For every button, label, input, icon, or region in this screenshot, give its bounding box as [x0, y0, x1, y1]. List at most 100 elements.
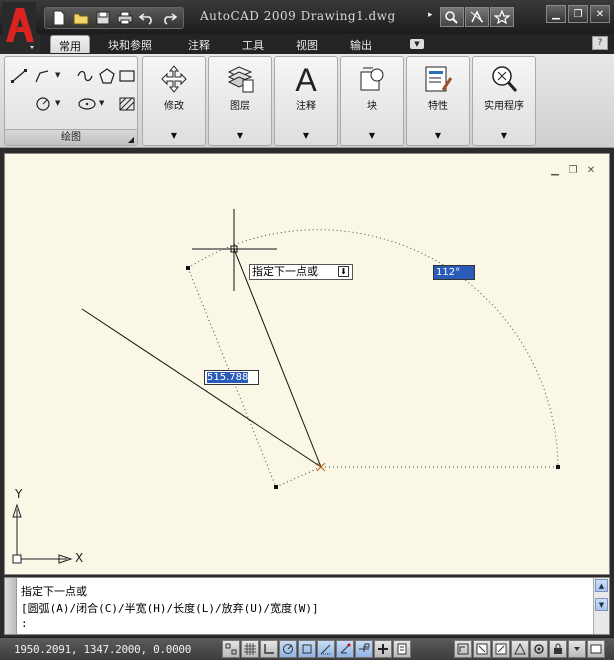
restore-icon[interactable]: ❐ [568, 5, 588, 23]
layout2-icon[interactable] [492, 640, 510, 658]
endpoint-marker [316, 462, 326, 472]
block-panel[interactable]: 块 ▼ [340, 56, 404, 146]
block-panel-label: 块 [367, 101, 377, 112]
circle-dropdown-icon[interactable]: ▼ [55, 99, 60, 107]
length-input-field[interactable]: 515.788 [204, 370, 259, 385]
tab-blocks-references[interactable]: 块和参照 [100, 35, 160, 53]
utilities-panel[interactable]: 实用程序 ▼ [472, 56, 536, 146]
quick-properties-icon[interactable] [393, 640, 411, 658]
snap-mode-icon[interactable] [222, 640, 240, 658]
tab-output[interactable]: 输出 [342, 35, 380, 53]
command-history-line-2: [圆弧(A)/闭合(C)/半宽(H)/长度(L)/放弃(U)/宽度(W)] [21, 602, 319, 615]
ellipse-dropdown-icon[interactable]: ▼ [99, 99, 104, 107]
dotted-arc [187, 229, 559, 468]
toolbar-lock-icon[interactable] [549, 640, 567, 658]
lineweight-icon[interactable] [374, 640, 392, 658]
command-line-window[interactable]: 指定下一点或 [圆弧(A)/闭合(C)/半宽(H)/长度(L)/放弃(U)/宽度… [4, 577, 610, 635]
ellipse-tool-icon[interactable] [77, 95, 97, 113]
ucs-origin-box [12, 554, 22, 564]
modify-panel[interactable]: 修改 ▼ [142, 56, 206, 146]
ortho-mode-icon[interactable] [260, 640, 278, 658]
model-space-icon[interactable] [454, 640, 472, 658]
print-icon[interactable] [115, 9, 135, 27]
polyline-dropdown-icon[interactable]: ▼ [55, 71, 60, 79]
grip-point [274, 485, 278, 489]
angle-input-field[interactable]: 112° [433, 265, 475, 280]
move-arrows-icon [158, 63, 190, 95]
scroll-up-icon[interactable]: ▲ [595, 579, 608, 592]
command-history-line-1: 指定下一点或 [21, 585, 87, 598]
grid-display-icon[interactable] [241, 640, 259, 658]
draw-panel: ▼ ▼ ▼ 绘图 ◢ [4, 56, 138, 146]
layers-panel[interactable]: 图层 ▼ [208, 56, 272, 146]
close-icon[interactable]: ✕ [590, 5, 610, 23]
title-expand-icon[interactable]: ▸ [428, 10, 433, 20]
minimize-icon[interactable]: ▁ [546, 5, 566, 23]
title-bar: AutoCAD 2009 Drawing1.dwg ▸ ▁ ❐ ✕ [0, 0, 614, 50]
new-file-icon[interactable] [49, 9, 69, 27]
workspace-switch-icon[interactable] [530, 640, 548, 658]
clean-screen-icon[interactable] [587, 640, 605, 658]
cursor-coordinates: 1950.2091, 1347.2000, 0.0000 [14, 643, 192, 656]
scroll-down-icon[interactable]: ▼ [595, 598, 608, 611]
circle-tool-icon[interactable] [33, 95, 53, 113]
window-title: AutoCAD 2009 Drawing1.dwg [200, 9, 396, 23]
layout1-icon[interactable] [473, 640, 491, 658]
polygon-tool-icon[interactable] [97, 67, 117, 85]
status-menu-icon[interactable] [568, 640, 586, 658]
ucs-x-label: X [75, 551, 84, 565]
status-bar: 1950.2091, 1347.2000, 0.0000 [0, 637, 614, 660]
undo-icon[interactable] [137, 9, 157, 27]
redo-icon[interactable] [159, 9, 179, 27]
line-tool-icon[interactable] [9, 67, 29, 85]
open-folder-icon[interactable] [71, 9, 91, 27]
search-icon[interactable] [440, 7, 464, 27]
ucs-y-label: Y [15, 487, 23, 501]
quick-access-toolbar [44, 7, 184, 29]
annotation-panel[interactable]: A 注释 ▼ [274, 56, 338, 146]
command-line-grip[interactable] [5, 578, 17, 634]
properties-panel[interactable]: 特性 ▼ [406, 56, 470, 146]
tab-view[interactable]: 视图 [288, 35, 326, 53]
dynamic-prompt-text: 指定下一点或 [252, 265, 318, 278]
command-prompt-input[interactable]: : [21, 617, 28, 630]
layers-panel-label: 图层 [230, 101, 250, 112]
drawing-canvas[interactable]: ▁ ❐ ✕ 指定下一点或 ⬇ 112° 515.788 Y X [4, 153, 610, 575]
annotation-scale-icon[interactable] [511, 640, 529, 658]
modify-panel-label: 修改 [164, 101, 184, 112]
save-icon[interactable] [93, 9, 113, 27]
spline-tool-icon[interactable] [75, 67, 95, 85]
rectangle-tool-icon[interactable] [117, 67, 137, 85]
tab-options-dropdown-icon[interactable]: ▼ [410, 39, 424, 49]
tab-tools[interactable]: 工具 [234, 35, 272, 53]
dynamic-ucs-icon[interactable] [336, 640, 354, 658]
tab-home[interactable]: 常用 [50, 35, 90, 53]
zoom-utility-icon [488, 63, 520, 95]
layers-dropdown-icon[interactable]: ▼ [209, 131, 271, 140]
layers-icon [224, 63, 256, 95]
favorites-star-icon[interactable] [490, 7, 514, 27]
help-button[interactable]: ? [592, 36, 608, 50]
polar-tracking-icon[interactable] [279, 640, 297, 658]
modify-dropdown-icon[interactable]: ▼ [143, 131, 205, 140]
prompt-options-arrow-icon[interactable]: ⬇ [338, 266, 349, 277]
block-icon [356, 63, 388, 95]
annotation-dropdown-icon[interactable]: ▼ [275, 131, 337, 140]
properties-dropdown-icon[interactable]: ▼ [407, 131, 469, 140]
autocad-logo-icon[interactable] [2, 2, 36, 50]
dynamic-input-icon[interactable] [355, 640, 373, 658]
svg-text:A: A [295, 63, 317, 95]
block-dropdown-icon[interactable]: ▼ [341, 131, 403, 140]
hatch-tool-icon[interactable] [117, 95, 137, 113]
object-snap-icon[interactable] [298, 640, 316, 658]
drawing-geometry [12, 209, 560, 564]
grip-point [556, 465, 560, 469]
tab-annotate[interactable]: 注释 [180, 35, 218, 53]
polyline-tool-icon[interactable] [33, 67, 53, 85]
object-snap-tracking-icon[interactable] [317, 640, 335, 658]
communication-center-icon[interactable] [465, 7, 489, 27]
panel-expand-icon[interactable]: ◢ [128, 132, 134, 147]
draw-panel-footer[interactable]: 绘图 ◢ [5, 129, 137, 145]
utilities-dropdown-icon[interactable]: ▼ [473, 131, 535, 140]
command-scrollbar[interactable]: ▲ ▼ [593, 578, 609, 634]
